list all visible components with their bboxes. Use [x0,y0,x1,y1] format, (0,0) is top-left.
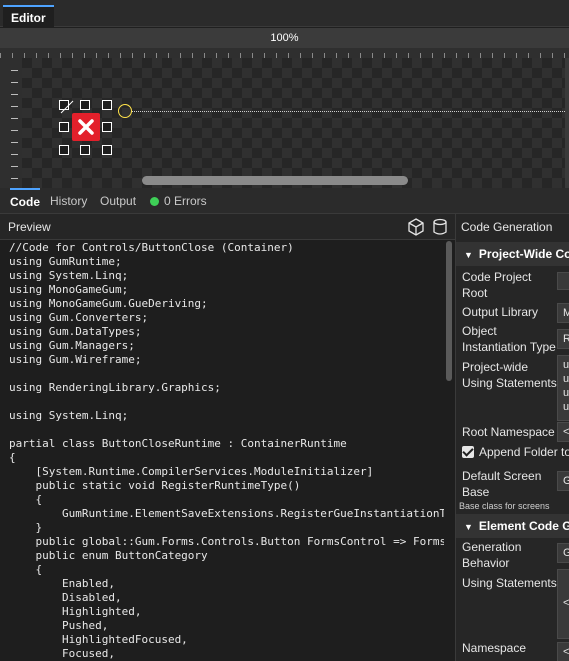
output-library-label: Output Library [462,305,539,319]
status-ok-icon [150,197,159,206]
code-line: using MonoGameGum.GueDeriving; [9,297,208,310]
root-namespace-label: Root Namespace [462,425,555,439]
code-line: Disabled, [9,591,122,604]
code-line: [System.Runtime.CompilerServices.ModuleI… [9,465,374,478]
code-line: Focused, [9,647,115,660]
code-project-root-label: Code Project Root [462,270,532,300]
project-using-label: Project-wide Using Statements [462,360,557,390]
chevron-down-icon: ▼ [464,250,473,260]
code-line: Enabled, [9,577,115,590]
resize-handle[interactable] [59,122,69,132]
tab-code[interactable]: Code [10,188,40,214]
code-line: //Code for Controls/ButtonClose (Contain… [9,241,294,254]
scrollbar-thumb[interactable] [446,241,452,381]
section-title: Element Code Ge [478,519,569,533]
code-project-root-field[interactable] [557,272,569,290]
code-generation-panel: Code Generation ▼ Project-Wide Co Code Pr… [455,214,569,661]
using-line: u [563,387,569,399]
output-library-select[interactable]: M [557,303,569,323]
element-code-section[interactable]: ▼ Element Code Ge [456,514,569,538]
resize-handle[interactable] [80,145,90,155]
project-using-textarea[interactable]: u u u u [557,355,569,421]
code-line: public enum ButtonCategory [9,549,208,562]
lower-tabbar: Code History Output 0 Errors [0,188,569,214]
code-line: using Gum.Converters; [9,311,149,324]
origin-handle[interactable] [118,104,132,118]
close-x-icon [78,119,94,135]
code-text-area[interactable]: //Code for Controls/ButtonClose (Contain… [0,241,444,661]
code-line: Pushed, [9,619,109,632]
horizontal-ruler [0,48,569,58]
canvas-horizontal-scrollbar[interactable] [142,176,408,185]
resize-handle[interactable] [102,122,112,132]
resize-handle[interactable] [59,145,69,155]
append-folder-checkbox[interactable] [462,446,474,458]
using-statements-label: Using Statements [462,576,557,590]
default-screen-base-field[interactable]: G [557,471,569,491]
resize-handle[interactable] [102,100,112,110]
code-line: using RenderingLibrary.Graphics; [9,381,221,394]
editor-tabbar: Editor [0,0,569,27]
errors-label: 0 Errors [164,194,207,208]
using-line: u [563,359,569,371]
resize-handle[interactable] [80,100,90,110]
code-line: { [9,451,16,464]
codegen-title: Code Generation [461,220,553,234]
code-line: using GumRuntime; [9,255,122,268]
namespace-field[interactable]: < [557,642,569,661]
chevron-down-icon: ▼ [464,522,473,532]
zoom-level[interactable]: 100% [0,28,569,48]
code-line: public global::Gum.Forms.Controls.Button… [9,535,444,548]
project-wide-section[interactable]: ▼ Project-Wide Co [456,242,569,266]
tab-editor[interactable]: Editor [3,5,54,27]
code-line: partial class ButtonCloseRuntime : Conta… [9,437,347,450]
code-vertical-scrollbar[interactable] [444,241,455,661]
guide-line [132,111,569,112]
object-instantiation-label: Object Instantiation Type [462,324,556,354]
using-line: u [563,373,569,385]
resize-handle[interactable] [102,145,112,155]
cube-icon[interactable] [407,218,425,236]
namespace-label: Namespace [462,641,527,655]
preview-title: Preview [8,220,51,234]
tab-output[interactable]: Output [100,188,136,214]
code-line: using Gum.Wireframe; [9,353,142,366]
default-screen-hint: Base class for screens [459,501,550,511]
code-line: Highlighted, [9,605,142,618]
code-line: using Gum.Managers; [9,339,135,352]
button-close-preview[interactable] [72,113,100,141]
code-line: GumRuntime.ElementSaveExtensions.Registe… [9,507,444,520]
code-line: public static void RegisterRuntimeType() [9,479,301,492]
using-statements-textarea[interactable]: < [557,569,569,639]
tab-history[interactable]: History [50,188,87,214]
code-line: using MonoGameGum; [9,283,129,296]
code-preview-panel: Preview //Code for Controls/ButtonClose … [0,214,455,661]
section-title: Project-Wide Co [478,247,569,261]
code-line: HighlightedFocused, [9,633,188,646]
rotate-handle-line [60,100,74,114]
code-text: //Code for Controls/ButtonClose (Contain… [0,241,444,661]
object-instantiation-select[interactable]: Re [557,329,569,349]
canvas-vertical-scrollbar[interactable] [565,58,569,188]
preview-header: Preview [0,214,455,240]
generation-behavior-select[interactable]: G [557,543,569,563]
vertical-ruler [0,58,22,188]
code-line: using Gum.DataTypes; [9,325,142,338]
tab-errors[interactable]: 0 Errors [150,188,207,214]
code-line: } [9,521,43,534]
code-line: using System.Linq; [9,269,129,282]
append-folder-label: Append Folder to [479,445,569,459]
generation-behavior-label: Generation Behavior [462,540,522,570]
editor-canvas[interactable]: 100% [0,28,569,188]
default-screen-base-label: Default Screen Base [462,469,542,499]
using-line: u [563,401,569,413]
code-line: using System.Linq; [9,409,129,422]
code-line: { [9,563,43,576]
database-icon[interactable] [431,218,449,236]
root-namespace-field[interactable]: < [557,422,569,442]
code-line: { [9,493,43,506]
